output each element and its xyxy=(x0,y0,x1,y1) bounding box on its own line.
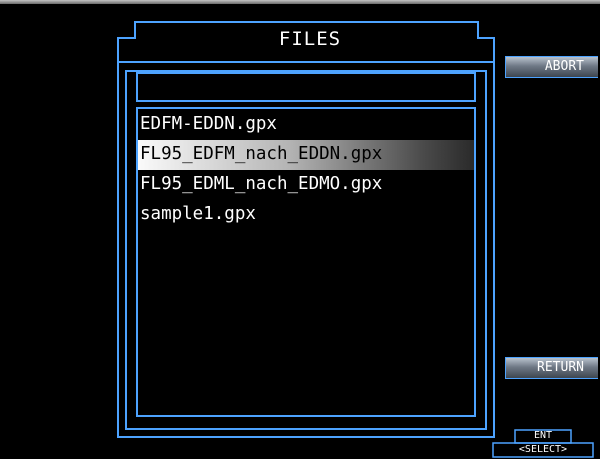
dialog-title: FILES xyxy=(278,28,342,50)
abort-button[interactable]: ABORT xyxy=(505,56,598,78)
file-item[interactable]: sample1.gpx xyxy=(138,200,474,230)
file-item-selected[interactable]: FL95_EDFM_nach_EDDN.gpx xyxy=(138,140,474,170)
return-button[interactable]: RETURN xyxy=(505,357,598,379)
filename-field-border xyxy=(136,72,476,102)
select-key-label[interactable]: <SELECT> xyxy=(493,443,593,457)
ent-key-label[interactable]: ENT xyxy=(515,430,571,442)
file-item[interactable]: FL95_EDML_nach_EDMO.gpx xyxy=(138,170,474,200)
file-list[interactable]: EDFM-EDDN.gpx FL95_EDFM_nach_EDDN.gpx FL95… xyxy=(138,110,474,230)
files-screen: FILES EDFM-EDDN.gpx FL95_EDFM_nach_EDDN.g… xyxy=(0,0,600,459)
file-item[interactable]: EDFM-EDDN.gpx xyxy=(138,110,474,140)
